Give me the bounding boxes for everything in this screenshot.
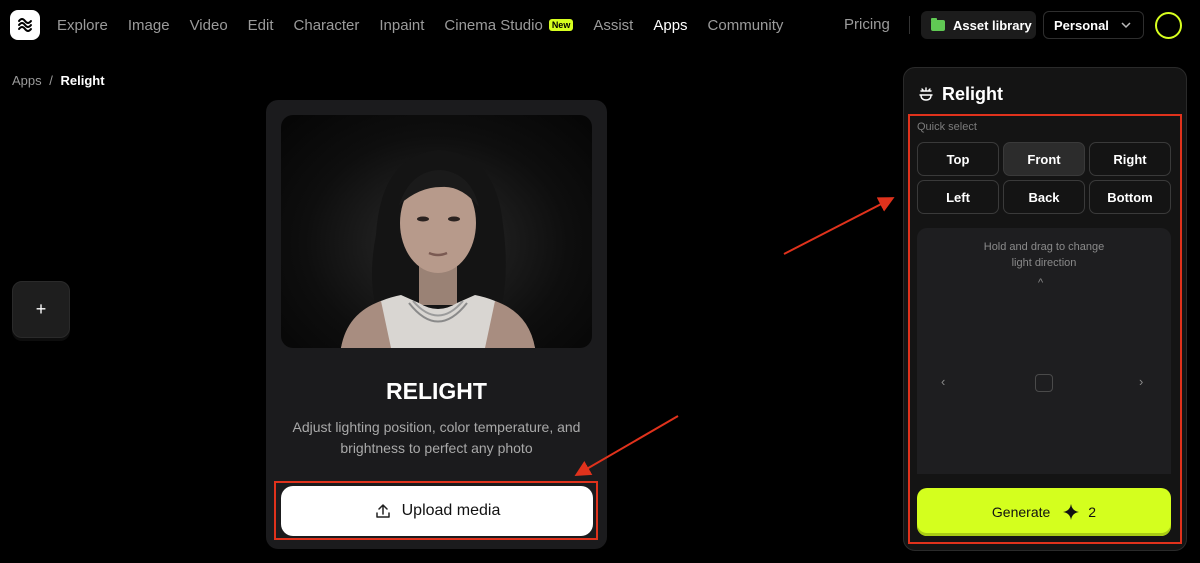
direction-hint: Hold and drag to change light direction	[983, 241, 1105, 269]
quick-select-right[interactable]: Right	[1089, 142, 1171, 176]
nav-community[interactable]: Community	[708, 17, 784, 34]
nav-inpaint[interactable]: Inpaint	[379, 17, 424, 34]
generate-label: Generate	[991, 504, 1051, 520]
folder-icon	[931, 17, 945, 31]
quick-select-label: Quick select	[917, 121, 977, 133]
nav-cinema-studio-label: Cinema Studio	[444, 16, 543, 34]
nav-assist[interactable]: Assist	[593, 17, 633, 34]
generate-cost: 2	[1088, 504, 1097, 520]
quick-select-bottom[interactable]: Bottom	[1089, 180, 1171, 214]
relight-icon	[919, 86, 933, 101]
quick-select-back[interactable]: Back	[1003, 180, 1085, 214]
nav-cinema-studio[interactable]: Cinema Studio New	[444, 16, 574, 34]
upload-icon	[375, 504, 390, 518]
breadcrumb-separator: /	[49, 73, 53, 88]
nav-apps[interactable]: Apps	[653, 17, 687, 34]
chevron-left-icon[interactable]: ‹	[941, 374, 945, 389]
nav-divider	[909, 16, 910, 34]
asset-library-button[interactable]: Asset library	[921, 11, 1036, 39]
breadcrumb-apps[interactable]: Apps	[12, 73, 42, 88]
breadcrumb: Apps / Relight	[12, 73, 105, 88]
pricing-link[interactable]: Pricing	[844, 16, 890, 33]
nav-video[interactable]: Video	[190, 17, 228, 34]
card-title: RELIGHT	[386, 378, 487, 404]
avatar[interactable]	[1155, 12, 1182, 39]
card-description: Adjust lighting position, color temperat…	[292, 419, 581, 456]
quick-select-front[interactable]: Front	[1003, 142, 1085, 176]
quick-select-grid: Top Front Right Left Back Bottom	[917, 142, 1172, 214]
nav-image[interactable]: Image	[128, 17, 170, 34]
preview-image	[281, 115, 592, 348]
top-nav: Explore Image Video Edit Character Inpai…	[0, 0, 1200, 50]
light-direction-pad[interactable]: Hold and drag to change light direction …	[917, 228, 1171, 474]
breadcrumb-current: Relight	[60, 73, 105, 88]
workspace-select[interactable]: Personal	[1043, 11, 1144, 39]
chevron-up-icon[interactable]: ^	[1038, 277, 1043, 289]
upload-media-label: Upload media	[401, 502, 501, 519]
quick-select-left[interactable]: Left	[917, 180, 999, 214]
arrow-to-panel	[783, 197, 895, 255]
light-handle[interactable]	[1035, 374, 1053, 392]
asset-library-label: Asset library	[953, 17, 1032, 33]
nav-edit[interactable]: Edit	[248, 17, 274, 34]
workspace-label: Personal	[1054, 17, 1109, 33]
sparkle-icon	[1063, 504, 1080, 520]
new-badge: New	[548, 19, 574, 31]
panel-title: Relight	[942, 84, 1003, 104]
nav-explore[interactable]: Explore	[57, 17, 108, 34]
nav-character[interactable]: Character	[294, 17, 360, 34]
upload-media-button[interactable]: Upload media	[281, 486, 593, 536]
add-button[interactable]: +	[12, 281, 70, 338]
quick-select-top[interactable]: Top	[917, 142, 999, 176]
panel-header: Relight	[918, 84, 1003, 105]
chevron-right-icon[interactable]: ›	[1139, 374, 1143, 389]
logo-icon[interactable]	[10, 10, 40, 40]
chevron-down-icon	[1121, 22, 1131, 29]
nav-items: Explore Image Video Edit Character Inpai…	[57, 0, 803, 50]
generate-button[interactable]: Generate 2	[917, 488, 1171, 536]
